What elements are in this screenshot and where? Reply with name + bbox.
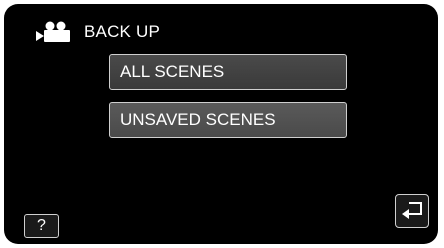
unsaved-scenes-button[interactable]: UNSAVED SCENES <box>109 102 347 138</box>
back-button[interactable] <box>395 194 429 228</box>
help-icon: ? <box>37 217 46 234</box>
camera-screen: BACK UP ALL SCENES UNSAVED SCENES ? <box>4 4 438 244</box>
screen-title: BACK UP <box>84 22 161 41</box>
return-arrow-icon <box>400 199 424 224</box>
help-button[interactable]: ? <box>24 214 59 238</box>
all-scenes-button[interactable]: ALL SCENES <box>109 54 347 90</box>
header: BACK UP <box>34 18 160 46</box>
video-camera-icon <box>34 21 72 43</box>
